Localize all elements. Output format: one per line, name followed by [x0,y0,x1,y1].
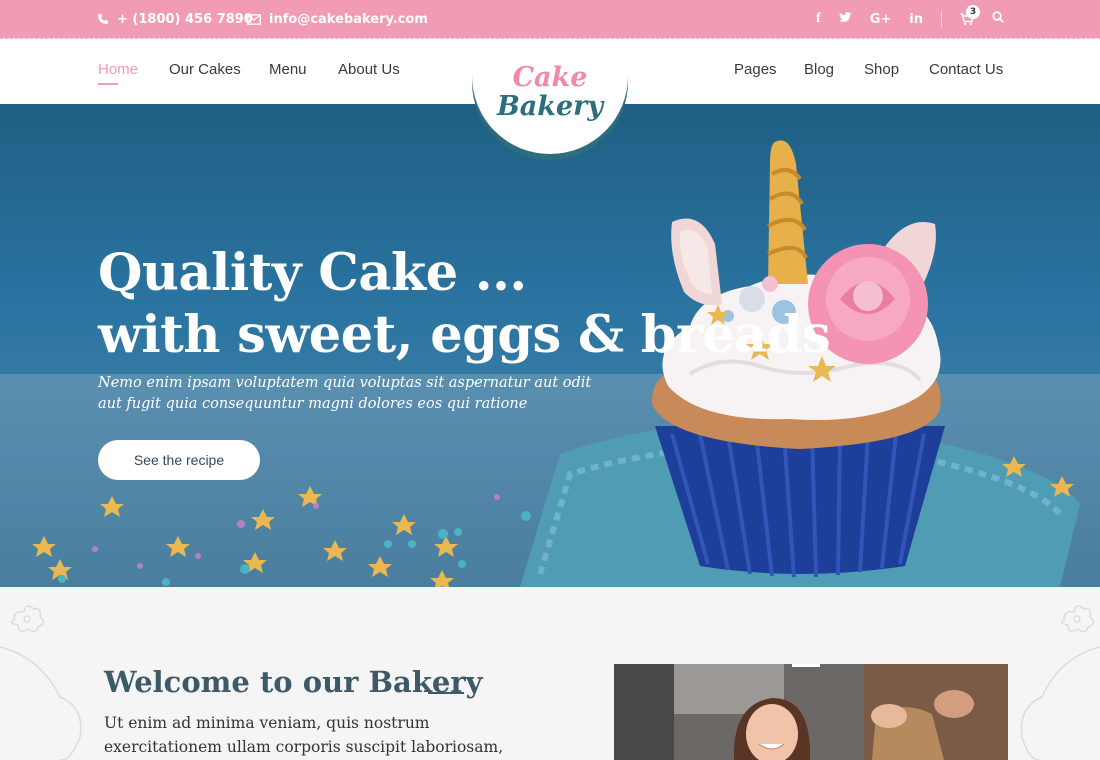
nav-our-cakes[interactable]: Our Cakes [169,61,241,78]
cart-count-badge: 3 [966,4,980,19]
social-links: f G+ in 3 [816,0,1004,38]
nav-contact-us[interactable]: Contact Us [929,61,1003,78]
search-icon[interactable] [992,11,1004,27]
linkedin-icon[interactable]: in [909,12,923,27]
welcome-body: Ut enim ad minima veniam, quis nostrum e… [104,714,504,756]
logo-word-cake: Cake [512,62,588,93]
bakery-photo [614,664,1008,760]
welcome-section: Welcome to our Bakery Ut enim ad minima … [0,587,1100,760]
nav-blog[interactable]: Blog [804,61,834,78]
email-address: info@cakebakery.com [269,11,428,27]
logo-word-bakery: Bakery [496,91,604,122]
hero-subtitle: Nemo enim ipsam voluptatem quia voluptas… [98,375,592,412]
nav-home[interactable]: Home [98,61,138,85]
top-bar: + (1800) 456 7890 info@cakebakery.com f … [0,0,1100,38]
nav-about-us[interactable]: About Us [338,61,400,78]
phone-icon [97,13,109,25]
hero-title-line1: Quality Cake ... [98,243,527,303]
nav-pages[interactable]: Pages [734,61,777,78]
email-contact[interactable]: info@cakebakery.com [247,0,428,38]
divider [941,11,942,27]
nav-menu[interactable]: Menu [269,61,307,78]
google-plus-icon[interactable]: G+ [870,12,892,27]
phone-number: + (1800) 456 7890 [117,11,253,27]
heading-underline [428,692,464,694]
welcome-heading: Welcome to our Bakery [104,665,483,699]
cart-icon[interactable]: 3 [960,4,980,26]
envelope-icon [247,13,261,25]
see-recipe-button[interactable]: See the recipe [98,440,260,480]
twitter-icon[interactable] [838,11,852,27]
nav-shop[interactable]: Shop [864,61,899,78]
hero-banner: Quality Cake ... with sweet, eggs & brea… [0,104,1100,587]
hero-title-line2: with sweet, eggs & breads [98,305,831,365]
facebook-icon[interactable]: f [816,11,821,27]
phone-contact[interactable]: + (1800) 456 7890 [97,0,253,38]
